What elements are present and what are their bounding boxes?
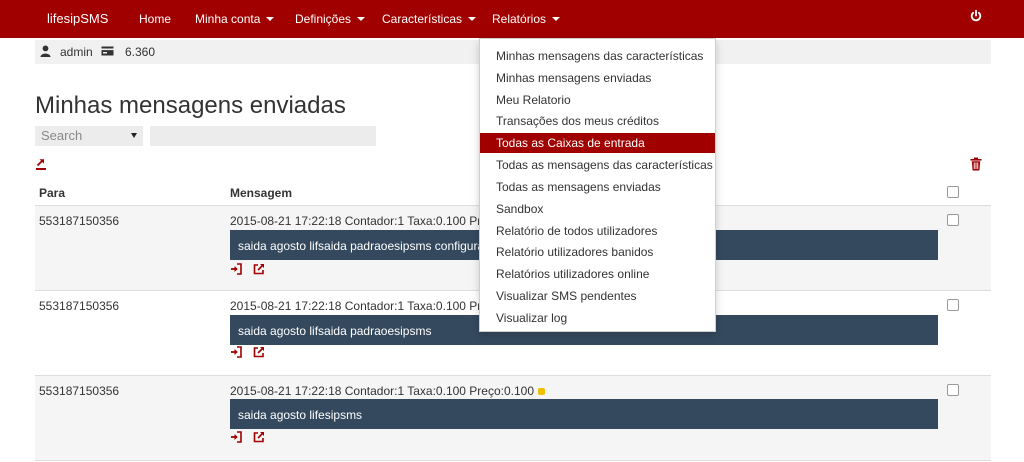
open-external-icon[interactable] <box>253 346 265 358</box>
menu-item-minhas-mensagens-caracteristicas[interactable]: Minhas mensagens das características <box>480 46 715 66</box>
column-header-para[interactable]: Para <box>39 186 65 200</box>
nav-home[interactable]: Home <box>139 12 171 26</box>
row-divider <box>35 460 991 461</box>
menu-item-relatorios-utilizadores-online[interactable]: Relatórios utilizadores online <box>480 264 715 284</box>
select-all-checkbox[interactable] <box>947 186 959 198</box>
menu-item-visualizar-sms-pendentes[interactable]: Visualizar SMS pendentes <box>480 286 715 306</box>
menu-item-relatorio-utilizadores-banidos[interactable]: Relatório utilizadores banidos <box>480 242 715 262</box>
power-icon[interactable] <box>970 10 982 22</box>
nav-caracteristicas[interactable]: Características <box>382 12 477 26</box>
credits-value: 6.360 <box>125 45 156 59</box>
menu-item-todas-mensagens-caracteristicas[interactable]: Todas as mensagens das características <box>480 155 715 175</box>
brand-logo[interactable]: lifesipSMS <box>47 11 108 26</box>
relatorios-dropdown-menu: Minhas mensagens das características Min… <box>479 38 716 332</box>
menu-item-meu-relatorio[interactable]: Meu Relatorio <box>480 90 715 110</box>
search-select-value: Search <box>41 128 83 143</box>
nav-minha-conta[interactable]: Minha conta <box>195 12 275 26</box>
row-checkbox[interactable] <box>947 384 959 396</box>
resend-icon[interactable] <box>230 431 242 443</box>
table-row: 553187150356 2015-08-21 17:22:18 Contado… <box>35 376 991 460</box>
caret-down-icon <box>468 17 477 21</box>
row-checkbox[interactable] <box>947 299 959 311</box>
username: admin <box>60 45 93 59</box>
menu-item-minhas-mensagens-enviadas[interactable]: Minhas mensagens enviadas <box>480 68 715 88</box>
caret-down-icon <box>552 17 561 21</box>
menu-item-visualizar-log[interactable]: Visualizar log <box>480 308 715 328</box>
resend-icon[interactable] <box>230 263 242 275</box>
message-text: saida agosto lifesipsms <box>230 399 938 429</box>
row-checkbox[interactable] <box>947 214 959 226</box>
user-icon <box>40 45 51 57</box>
recipient-number: 553187150356 <box>39 384 120 398</box>
search-select[interactable]: Search <box>35 126 143 146</box>
search-input[interactable] <box>150 126 376 146</box>
recipient-number: 553187150356 <box>39 214 120 228</box>
credit-card-icon <box>101 46 114 56</box>
resend-icon[interactable] <box>230 346 242 358</box>
caret-down-icon <box>357 17 366 21</box>
menu-item-todas-caixas-entrada[interactable]: Todas as Caixas de entrada <box>480 133 715 153</box>
top-navbar: lifesipSMS Home Minha conta Definições C… <box>0 0 1024 38</box>
message-meta: 2015-08-21 17:22:18 Contador:1 Taxa:0.10… <box>230 384 546 398</box>
select-arrow-icon <box>131 133 137 138</box>
open-external-icon[interactable] <box>253 431 265 443</box>
status-dot-icon <box>538 388 546 395</box>
menu-item-relatorio-todos-utilizadores[interactable]: Relatório de todos utilizadores <box>480 221 715 241</box>
recipient-number: 553187150356 <box>39 299 120 313</box>
menu-item-sandbox[interactable]: Sandbox <box>480 199 715 219</box>
nav-relatorios[interactable]: Relatórios <box>492 12 561 26</box>
export-icon[interactable] <box>35 157 47 171</box>
trash-icon[interactable] <box>970 157 982 171</box>
page-title: Minhas mensagens enviadas <box>35 92 346 119</box>
column-header-mensagem[interactable]: Mensagem <box>230 186 292 200</box>
menu-item-transacoes-creditos[interactable]: Transações dos meus créditos <box>480 111 715 131</box>
menu-item-todas-mensagens-enviadas[interactable]: Todas as mensagens enviadas <box>480 177 715 197</box>
open-external-icon[interactable] <box>253 263 265 275</box>
nav-definicoes[interactable]: Definições <box>295 12 366 26</box>
caret-down-icon <box>266 17 275 21</box>
